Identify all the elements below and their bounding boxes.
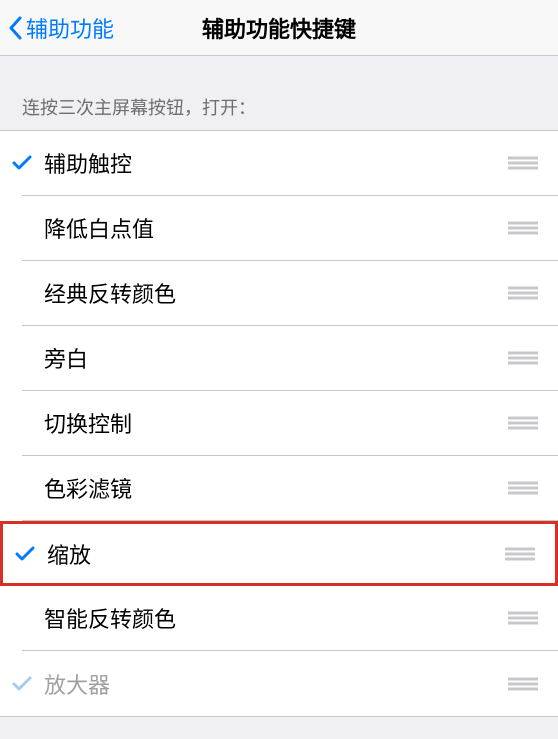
list-item[interactable]: 智能反转颜色 <box>22 586 558 651</box>
list-item-highlighted[interactable]: 缩放 <box>0 521 558 586</box>
item-label: 经典反转颜色 <box>44 277 506 309</box>
list-item[interactable]: 经典反转颜色 <box>22 261 558 326</box>
item-label: 切换控制 <box>44 407 506 439</box>
item-label: 缩放 <box>47 538 503 570</box>
back-label: 辅助功能 <box>26 12 114 44</box>
reorder-handle-icon[interactable] <box>506 611 540 625</box>
check-col <box>3 545 47 563</box>
checkmark-icon <box>12 154 32 172</box>
item-label: 放大器 <box>44 668 506 700</box>
reorder-handle-icon[interactable] <box>506 221 540 235</box>
reorder-handle-icon[interactable] <box>506 286 540 300</box>
item-label: 降低白点值 <box>44 212 506 244</box>
reorder-handle-icon[interactable] <box>506 677 540 691</box>
section-header: 连按三次主屏幕按钮，打开： <box>0 56 558 130</box>
back-button[interactable]: 辅助功能 <box>8 12 114 44</box>
list-item[interactable]: 降低白点值 <box>22 196 558 261</box>
checkmark-icon <box>15 545 35 563</box>
reorder-handle-icon[interactable] <box>506 481 540 495</box>
checkmark-icon <box>12 675 32 693</box>
item-label: 旁白 <box>44 342 506 374</box>
list-item[interactable]: 放大器 <box>22 651 558 716</box>
list-item[interactable]: 辅助触控 <box>22 131 558 196</box>
list-item[interactable]: 色彩滤镜 <box>22 456 558 521</box>
item-label: 辅助触控 <box>44 147 506 179</box>
reorder-handle-icon[interactable] <box>506 351 540 365</box>
item-label: 智能反转颜色 <box>44 602 506 634</box>
check-col <box>0 154 44 172</box>
reorder-handle-icon[interactable] <box>503 547 537 561</box>
chevron-left-icon <box>8 16 22 40</box>
reorder-handle-icon[interactable] <box>506 156 540 170</box>
reorder-handle-icon[interactable] <box>506 416 540 430</box>
navbar: 辅助功能 辅助功能快捷键 <box>0 0 558 56</box>
check-col <box>0 675 44 693</box>
page-title: 辅助功能快捷键 <box>202 12 356 44</box>
list-item[interactable]: 切换控制 <box>22 391 558 456</box>
item-label: 色彩滤镜 <box>44 472 506 504</box>
list-item[interactable]: 旁白 <box>22 326 558 391</box>
shortcut-list: 辅助触控 降低白点值 经典反转颜色 旁白 切换控制 色彩滤镜 <box>0 130 558 717</box>
